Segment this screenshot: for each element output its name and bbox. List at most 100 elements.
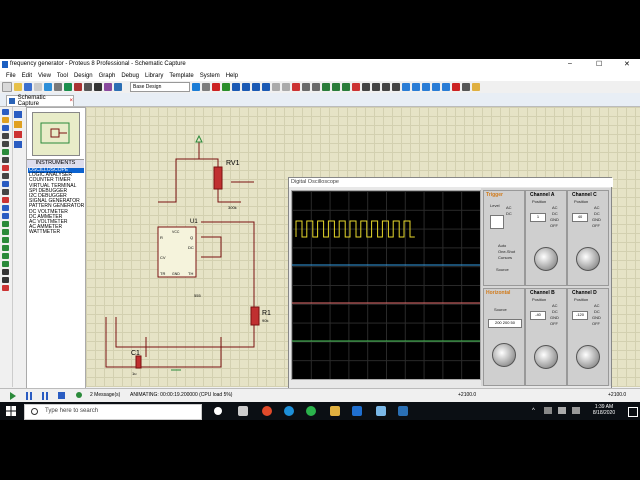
terminals-mode-icon[interactable]: [2, 165, 9, 171]
messages-icon[interactable]: [76, 392, 82, 398]
minimize-button[interactable]: –: [568, 60, 572, 67]
decompose-icon[interactable]: [392, 83, 400, 91]
channel-d-off[interactable]: OFF: [592, 321, 600, 326]
pause-icon[interactable]: [42, 392, 44, 400]
menu-view[interactable]: View: [38, 73, 51, 79]
tape-recorder-icon[interactable]: [2, 189, 9, 195]
menu-template[interactable]: Template: [169, 73, 193, 79]
probe-voltage-icon[interactable]: [2, 205, 9, 211]
horizontal-time-value[interactable]: 200 200 50: [488, 319, 522, 328]
zoom-area-icon[interactable]: [262, 83, 270, 91]
block-delete-icon[interactable]: [352, 83, 360, 91]
channel-a-ac[interactable]: AC: [552, 205, 558, 210]
component-mode-icon[interactable]: [2, 117, 9, 123]
trigger-ac[interactable]: AC: [506, 205, 512, 210]
step-icon[interactable]: [26, 392, 28, 400]
pick-icon[interactable]: [362, 83, 370, 91]
schematic-icon[interactable]: [54, 83, 62, 91]
arc-icon[interactable]: [2, 253, 9, 259]
tab-schematic-capture[interactable]: Schematic Capture ×: [6, 95, 74, 107]
home-icon[interactable]: [44, 83, 52, 91]
store-icon[interactable]: [352, 406, 362, 416]
channel-c-ac[interactable]: AC: [594, 205, 600, 210]
virtual-instruments-icon[interactable]: [2, 221, 9, 227]
channel-b-position-value[interactable]: -40: [530, 311, 546, 320]
channel-a-volts-knob[interactable]: [534, 247, 558, 271]
open-icon[interactable]: [14, 83, 22, 91]
bus-mode-icon[interactable]: [2, 149, 9, 155]
new-sheet-icon[interactable]: [442, 83, 450, 91]
mirror-x-icon[interactable]: [14, 131, 22, 138]
menu-design[interactable]: Design: [74, 73, 93, 79]
wire-label-mode-icon[interactable]: [2, 133, 9, 139]
cut-icon[interactable]: [292, 83, 300, 91]
channel-c-dc[interactable]: DC: [594, 211, 600, 216]
pan-icon[interactable]: [222, 83, 230, 91]
menu-debug[interactable]: Debug: [121, 73, 139, 79]
whatsapp-icon[interactable]: [306, 406, 316, 416]
3d-icon[interactable]: [74, 83, 82, 91]
subcircuit-mode-icon[interactable]: [2, 157, 9, 163]
channel-d-dc[interactable]: DC: [594, 309, 600, 314]
path-icon[interactable]: [2, 261, 9, 267]
search-tag-icon[interactable]: [412, 83, 420, 91]
copy-icon[interactable]: [302, 83, 310, 91]
new-icon[interactable]: [2, 82, 12, 92]
line-icon[interactable]: [2, 229, 9, 235]
design-explorer-icon[interactable]: [432, 83, 440, 91]
channel-b-off[interactable]: OFF: [550, 321, 558, 326]
undo-icon[interactable]: [272, 83, 280, 91]
channel-d-ac[interactable]: AC: [594, 303, 600, 308]
ime-icon[interactable]: [572, 407, 580, 414]
menu-graph[interactable]: Graph: [99, 73, 116, 79]
close-tab-icon[interactable]: ×: [69, 98, 73, 104]
grid-icon[interactable]: [202, 83, 210, 91]
volume-icon[interactable]: [558, 407, 566, 414]
trigger-dc[interactable]: DC: [506, 211, 512, 216]
digital-oscilloscope-window[interactable]: Digital Oscilloscope Trigger Level AC DC…: [288, 177, 613, 389]
channel-c-gnd[interactable]: GND: [592, 217, 601, 222]
channel-d-position-value[interactable]: -120: [572, 311, 588, 320]
pin-mode-icon[interactable]: [2, 173, 9, 179]
rotate-ccw-icon[interactable]: [14, 121, 22, 128]
save-icon[interactable]: [24, 83, 32, 91]
channel-a-off[interactable]: OFF: [550, 223, 558, 228]
block-rotate-icon[interactable]: [342, 83, 350, 91]
channel-a-dc[interactable]: DC: [552, 211, 558, 216]
network-icon[interactable]: [544, 407, 552, 414]
stop-icon[interactable]: [58, 392, 65, 399]
block-move-icon[interactable]: [332, 83, 340, 91]
selection-mode-icon[interactable]: [2, 109, 9, 115]
horizontal-time-knob[interactable]: [492, 343, 516, 367]
menu-help[interactable]: Help: [226, 73, 238, 79]
rotate-cw-icon[interactable]: [14, 111, 22, 118]
tray-chevron-icon[interactable]: ^: [532, 408, 535, 414]
redo-icon[interactable]: [282, 83, 290, 91]
channel-a-gnd[interactable]: GND: [550, 217, 559, 222]
paste-icon[interactable]: [312, 83, 320, 91]
channel-b-dc[interactable]: DC: [552, 309, 558, 314]
menu-tool[interactable]: Tool: [57, 73, 68, 79]
generator-mode-icon[interactable]: [2, 197, 9, 203]
text-script-mode-icon[interactable]: [2, 141, 9, 147]
zoom-in-icon[interactable]: [232, 83, 240, 91]
packaging-icon[interactable]: [382, 83, 390, 91]
chrome-icon[interactable]: [262, 406, 272, 416]
taskbar-search[interactable]: Type here to search: [24, 404, 202, 420]
cortana-icon[interactable]: [214, 407, 222, 415]
wire-autoroute-icon[interactable]: [402, 83, 410, 91]
design-select[interactable]: Base Design: [130, 82, 190, 92]
file-explorer-icon[interactable]: [330, 406, 340, 416]
messages-count[interactable]: 2 Message(s): [90, 392, 120, 398]
maximize-button[interactable]: ☐: [596, 60, 602, 68]
overview-window[interactable]: [32, 112, 80, 156]
play-icon[interactable]: [10, 392, 16, 400]
channel-d-volts-knob[interactable]: [576, 345, 600, 369]
box-icon[interactable]: [2, 237, 9, 243]
make-device-icon[interactable]: [372, 83, 380, 91]
channel-b-volts-knob[interactable]: [534, 345, 558, 369]
mirror-y-icon[interactable]: [14, 141, 22, 148]
start-icon[interactable]: [6, 406, 16, 416]
task-view-icon[interactable]: [238, 406, 248, 416]
close-button[interactable]: ✕: [624, 60, 630, 68]
